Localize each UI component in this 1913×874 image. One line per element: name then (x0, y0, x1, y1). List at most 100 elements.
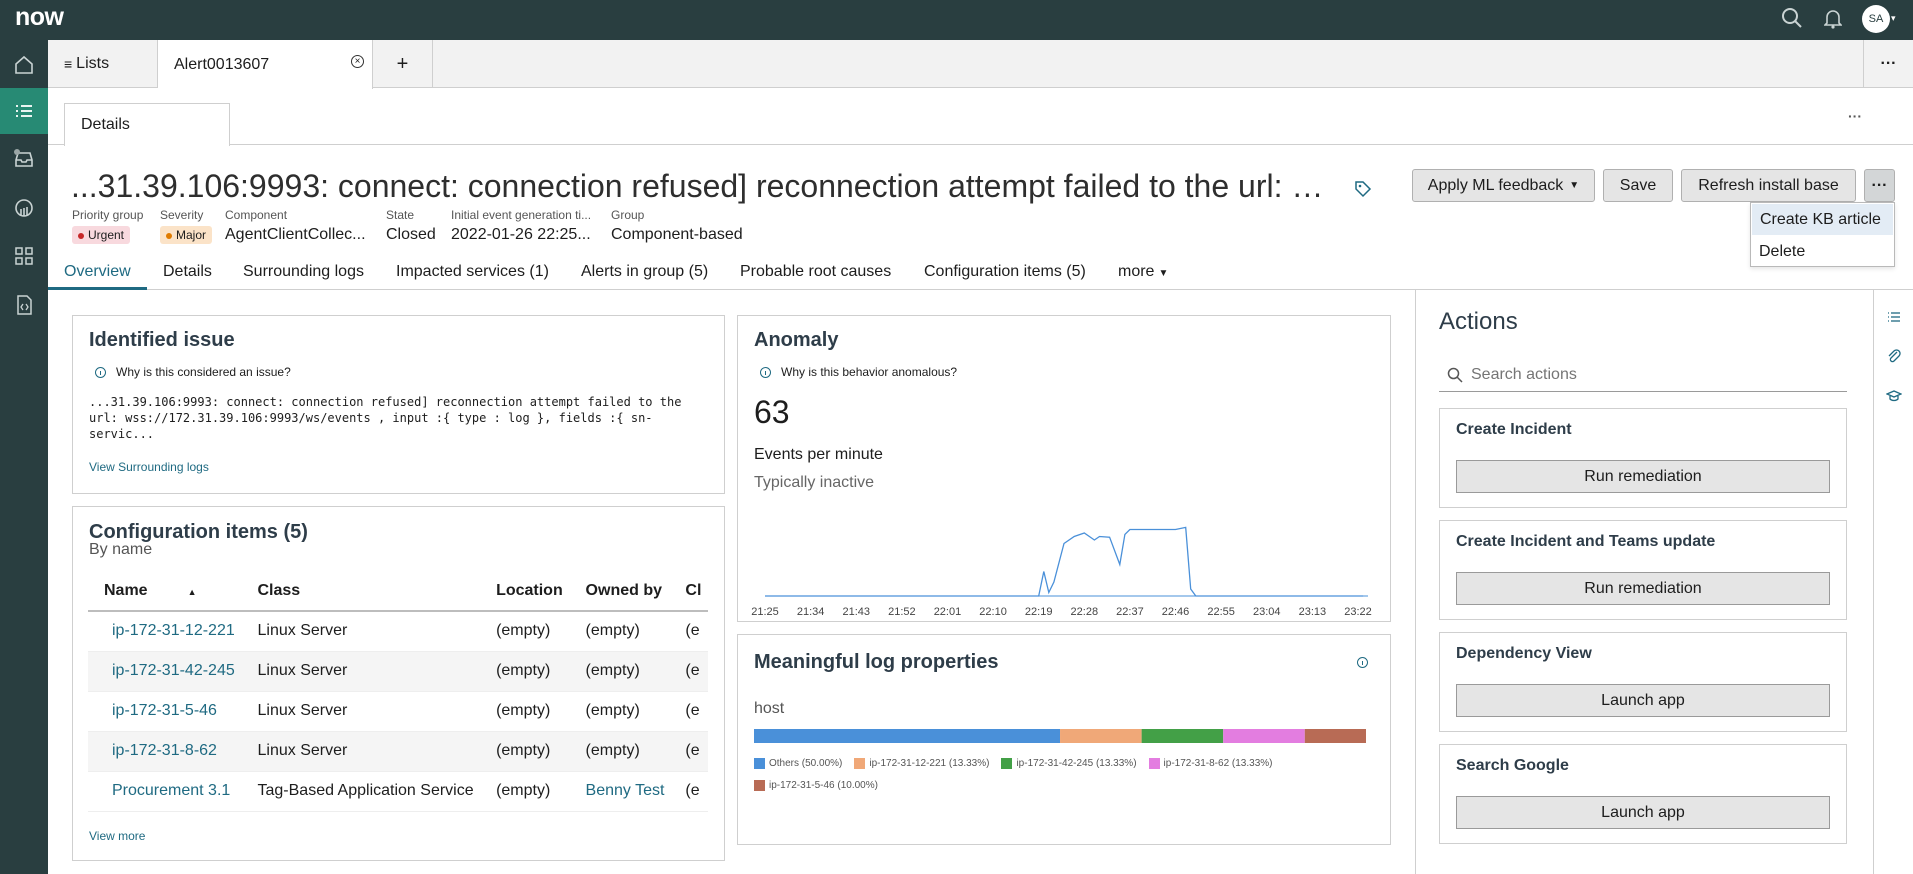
info-icon[interactable] (1357, 657, 1368, 668)
field-label: Severity (160, 208, 204, 222)
apps-nav-button[interactable] (0, 233, 48, 279)
column-header-class[interactable]: Class (241, 572, 481, 612)
paperclip-icon[interactable] (1886, 348, 1902, 364)
subtab-more-button[interactable]: ··· (1848, 108, 1862, 124)
chevron-down-icon[interactable]: ▾ (1891, 13, 1896, 24)
apply-ml-feedback-label: Apply ML feedback (1427, 176, 1564, 194)
code-file-icon (17, 295, 32, 315)
tab-alerts-in-group[interactable]: Alerts in group (5) (581, 263, 708, 281)
ci-name-link[interactable]: ip-172-31-8-62 (88, 731, 242, 772)
legend-item[interactable]: Others (50.00%) (754, 753, 842, 775)
tab-configuration-items[interactable]: Configuration items (5) (924, 263, 1086, 281)
search-icon[interactable] (1781, 7, 1803, 29)
launch-app-button[interactable]: Launch app (1456, 684, 1830, 717)
column-header-owned-by[interactable]: Owned by (569, 572, 670, 612)
bar-segment[interactable] (1141, 729, 1224, 743)
identified-issue-card: Identified issue Why is this considered … (72, 315, 725, 494)
legend-label: Others (50.00%) (769, 758, 843, 769)
bar-segment[interactable] (1060, 729, 1142, 743)
legend-swatch (1001, 757, 1013, 769)
ci-class: Linux Server (241, 731, 481, 772)
run-remediation-button[interactable]: Run remediation (1456, 460, 1830, 493)
refresh-install-base-button[interactable]: Refresh install base (1681, 169, 1856, 202)
ci-cl: (e (669, 651, 708, 692)
dashboard-nav-button[interactable] (0, 185, 48, 231)
legend-label: ip-172-31-8-62 (13.33%) (1163, 758, 1273, 769)
tab-lists[interactable]: ≡ Lists (48, 40, 158, 88)
bar-segment[interactable] (1223, 729, 1305, 743)
record-tabs: Overview Details Surrounding logs Impact… (48, 258, 1913, 290)
field-value: 2022-01-26 22:25... (451, 226, 591, 243)
series-line (765, 526, 1364, 597)
search-actions-field[interactable] (1439, 358, 1847, 392)
legend-item[interactable]: ip-172-31-42-245 (13.33%) (1001, 753, 1137, 775)
view-more-link[interactable]: View more (89, 829, 145, 843)
events-line-chart: 21:25 21:34 21:43 21:52 22:01 22:10 22:19 22:28… (751, 526, 1372, 618)
column-header-cl[interactable]: Cl (669, 572, 708, 612)
inbox-nav-button[interactable] (0, 136, 48, 182)
apply-ml-feedback-button[interactable]: Apply ML feedback ▼ (1412, 169, 1595, 202)
column-header-name[interactable]: Name ▲ (88, 572, 242, 612)
x-tick-label: 22:19 (1025, 606, 1053, 618)
tab-surrounding-logs[interactable]: Surrounding logs (243, 263, 364, 281)
menu-item-create-kb-article[interactable]: Create KB article (1752, 204, 1893, 235)
tab-alert-record[interactable]: Alert0013607 × (158, 40, 373, 89)
ci-name-link[interactable]: ip-172-31-12-221 (88, 611, 242, 652)
close-icon[interactable]: × (351, 55, 364, 68)
table-row: ip-172-31-5-46 Linux Server (empty) (emp… (88, 691, 708, 732)
bar-segment[interactable] (754, 729, 1061, 743)
field-component: Component AgentClientCollec... (225, 208, 366, 244)
ci-name-link[interactable]: ip-172-31-5-46 (88, 691, 242, 732)
legend-item[interactable]: ip-172-31-12-221 (13.33%) (854, 753, 989, 775)
action-title: Create Incident (1456, 421, 1572, 438)
ci-owned-by-link[interactable]: Benny Test (569, 771, 670, 812)
bell-icon[interactable] (1824, 9, 1842, 29)
ci-location: (empty) (480, 611, 570, 652)
script-nav-button[interactable] (0, 282, 48, 328)
x-tick-label: 23:13 (1299, 606, 1327, 618)
why-issue-link[interactable]: Why is this considered an issue? (95, 365, 291, 379)
x-tick-label: 22:46 (1162, 606, 1190, 618)
tab-probable-root-causes[interactable]: Probable root causes (740, 263, 891, 281)
table-row: Procurement 3.1 Tag-Based Application Se… (88, 771, 708, 812)
identified-issue-title: Identified issue (89, 329, 235, 351)
legend-item[interactable]: ip-172-31-5-46 (10.00%) (754, 775, 878, 797)
why-anomalous-link[interactable]: Why is this behavior anomalous? (760, 365, 957, 379)
tab-impacted-services[interactable]: Impacted services (1) (396, 263, 549, 281)
more-actions-button[interactable]: ··· (1864, 169, 1895, 202)
field-initial-event-time: Initial event generation ti... 2022-01-2… (451, 208, 591, 244)
run-remediation-button[interactable]: Run remediation (1456, 572, 1830, 605)
bar-segment[interactable] (1304, 729, 1366, 743)
tab-details-section[interactable]: Details (163, 263, 212, 281)
add-tab-button[interactable]: + (373, 40, 433, 88)
sidebar-divider (1873, 290, 1874, 874)
tab-more[interactable]: more ▼ (1118, 263, 1168, 281)
save-button[interactable]: Save (1603, 169, 1673, 202)
list-icon[interactable] (1886, 309, 1902, 325)
tab-lists-label: Lists (76, 55, 110, 72)
avatar[interactable]: SA (1862, 5, 1890, 33)
home-nav-button[interactable] (0, 42, 48, 88)
search-actions-input[interactable] (1471, 362, 1831, 388)
top-bar: now SA ▾ (0, 0, 1913, 40)
tab-details[interactable]: Details (64, 103, 230, 146)
brand-logo[interactable]: now (15, 3, 64, 32)
view-surrounding-logs-link[interactable]: View Surrounding logs (89, 460, 209, 474)
field-group: Group Component-based (611, 208, 743, 244)
graduation-cap-icon[interactable] (1886, 388, 1902, 404)
ci-location: (empty) (480, 771, 570, 812)
tag-icon[interactable] (1354, 180, 1372, 198)
column-header-location[interactable]: Location (480, 572, 570, 612)
launch-app-button[interactable]: Launch app (1456, 796, 1830, 829)
x-tick-label: 22:55 (1207, 606, 1235, 618)
anomaly-typical: Typically inactive (754, 474, 875, 491)
lists-nav-button[interactable] (0, 88, 48, 134)
legend-item[interactable]: ip-172-31-8-62 (13.33%) (1148, 753, 1273, 775)
tab-record-label: Alert0013607 (174, 55, 270, 73)
ci-name-link[interactable]: ip-172-31-42-245 (88, 651, 242, 692)
why-issue-text: Why is this considered an issue? (116, 365, 291, 379)
action-card-dependency-view: Dependency View Launch app (1439, 632, 1847, 732)
tab-overview[interactable]: Overview (64, 263, 131, 281)
ci-name-link[interactable]: Procurement 3.1 (88, 771, 242, 812)
tabs-more-button[interactable]: ··· (1863, 40, 1913, 88)
